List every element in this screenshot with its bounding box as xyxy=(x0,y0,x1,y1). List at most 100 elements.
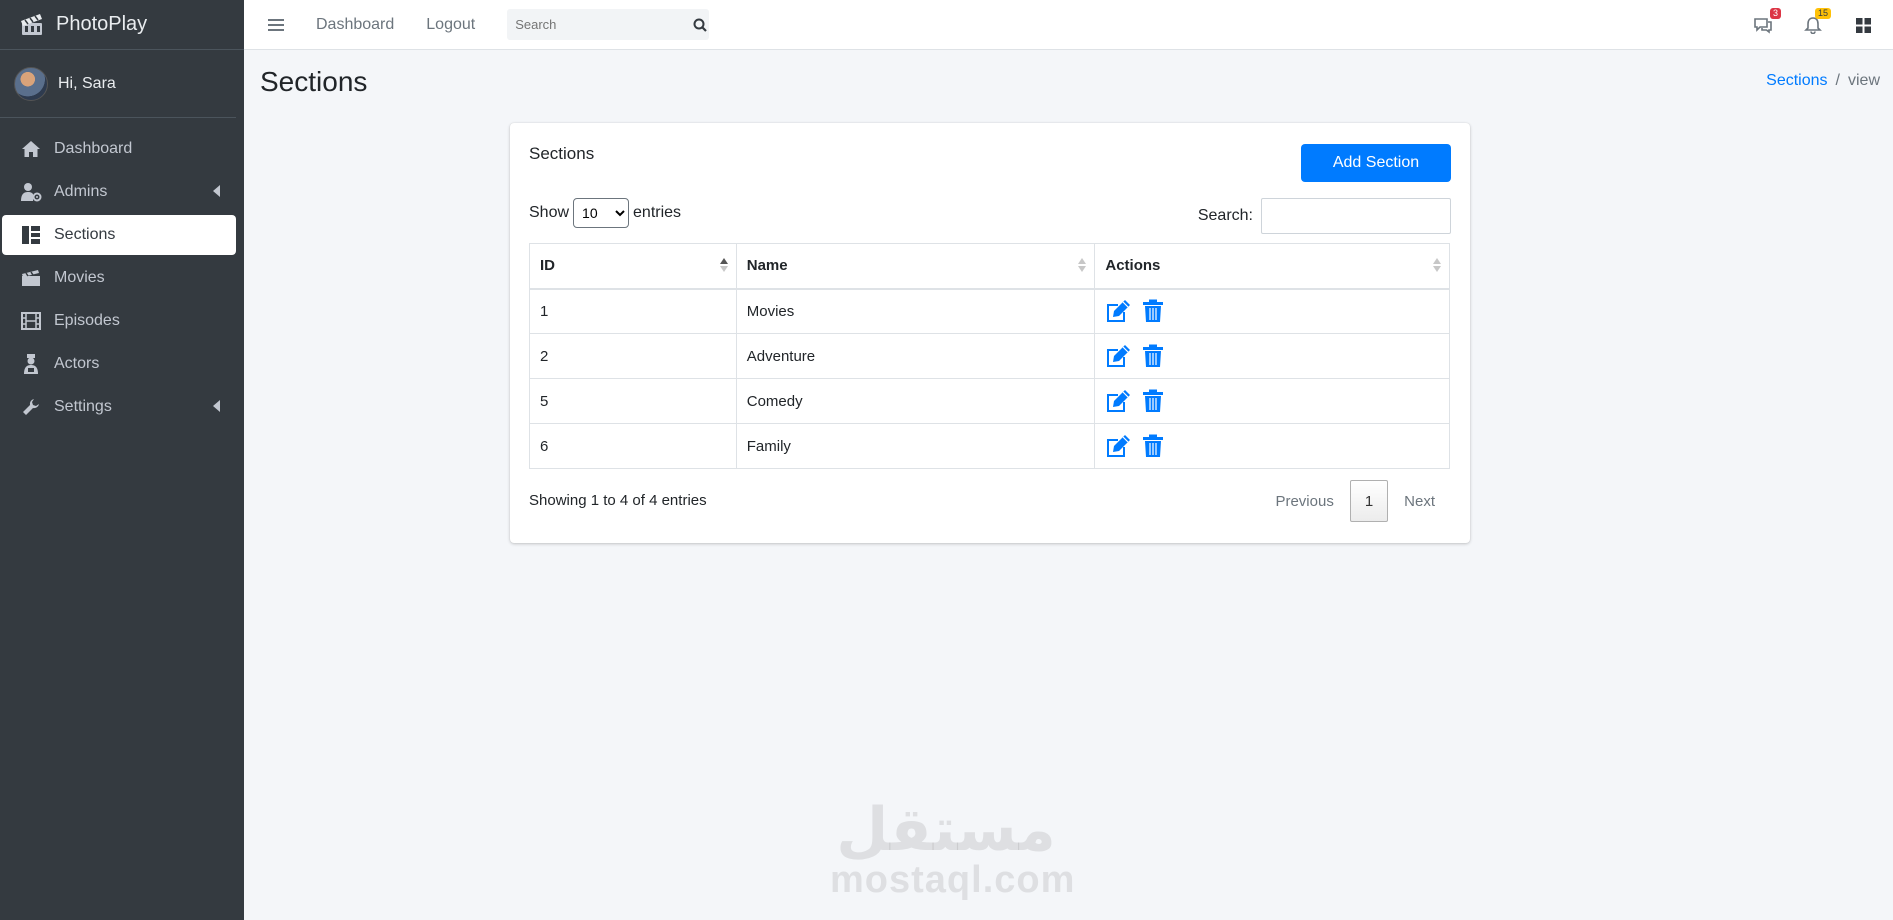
sidebar-item-sections[interactable]: Sections xyxy=(2,215,236,255)
column-header-label: ID xyxy=(540,257,555,275)
breadcrumb-link-sections[interactable]: Sections xyxy=(1766,72,1827,89)
brand[interactable]: PhotoPlay xyxy=(0,0,244,50)
top-link-logout[interactable]: Logout xyxy=(426,16,475,34)
sidebar-item-label: Dashboard xyxy=(54,140,133,157)
cell-id: 6 xyxy=(529,423,737,469)
table-info: Showing 1 to 4 of 4 entries xyxy=(529,492,707,509)
cell-name: Movies xyxy=(735,288,1096,334)
sidebar-item-admins[interactable]: Admins xyxy=(2,172,236,212)
column-header-label: Actions xyxy=(1105,257,1161,275)
trash-icon[interactable] xyxy=(1142,389,1164,413)
sort-icon xyxy=(1433,258,1441,272)
user-greeting: Hi, Sara xyxy=(58,74,116,92)
notifications-badge: 15 xyxy=(1814,8,1831,19)
actor-icon xyxy=(20,353,42,375)
top-navbar: Dashboard Logout 3 15 xyxy=(244,0,1893,50)
clapperboard-icon xyxy=(20,267,42,289)
table-search: Search: xyxy=(1198,198,1451,234)
table-search-label: Search: xyxy=(1197,207,1253,224)
sidebar-item-actors[interactable]: Actors xyxy=(2,344,236,384)
sidebar-item-dashboard[interactable]: Dashboard xyxy=(2,129,236,169)
sidebar-item-label: Movies xyxy=(54,269,105,286)
messages-badge: 3 xyxy=(1769,8,1781,19)
edit-icon[interactable] xyxy=(1105,299,1131,323)
search-icon[interactable] xyxy=(691,9,709,40)
watermark: مستقل mostaql.com xyxy=(830,795,1076,901)
add-section-button[interactable]: Add Section xyxy=(1301,144,1451,182)
sidebar-item-label: Settings xyxy=(54,398,112,415)
page-length-control: Show 10 entries xyxy=(529,198,681,228)
table-row: 1 Movies xyxy=(529,288,1450,334)
sidebar-item-label: Actors xyxy=(54,355,100,372)
table-search-input[interactable] xyxy=(1261,198,1451,234)
pagination-next[interactable]: Next xyxy=(1388,480,1451,522)
film-logo-icon xyxy=(21,13,42,35)
top-search-input[interactable] xyxy=(507,9,692,40)
breadcrumb-separator: / xyxy=(1835,72,1840,89)
edit-icon[interactable] xyxy=(1105,344,1131,368)
cell-actions xyxy=(1094,378,1450,424)
cell-id: 2 xyxy=(529,333,737,379)
show-label: Show xyxy=(529,204,570,221)
hamburger-menu-icon[interactable] xyxy=(268,18,284,31)
topbar-right-icons: 3 15 xyxy=(1753,0,1873,50)
chevron-left-icon xyxy=(213,185,220,197)
breadcrumb-current: view xyxy=(1847,72,1880,89)
breadcrumb: Sections / view xyxy=(1766,72,1880,90)
table-header-row: ID Name Actions xyxy=(529,243,1450,290)
brand-name: PhotoPlay xyxy=(56,13,148,35)
user-panel[interactable]: Hi, Sara xyxy=(0,50,236,118)
column-header-id[interactable]: ID xyxy=(529,243,737,290)
trash-icon[interactable] xyxy=(1142,344,1164,368)
sort-asc-icon xyxy=(719,258,728,272)
bell-icon[interactable]: 15 xyxy=(1803,8,1831,35)
cell-name: Comedy xyxy=(735,378,1096,424)
pagination-previous[interactable]: Previous xyxy=(1259,480,1349,522)
watermark-arabic: مستقل xyxy=(836,795,1056,865)
top-search xyxy=(507,9,710,40)
user-gear-icon xyxy=(20,181,42,203)
sidebar-nav: Dashboard Admins Sections Movies Episode… xyxy=(0,118,244,438)
cell-name: Family xyxy=(735,423,1096,469)
cell-actions xyxy=(1094,423,1450,469)
page-length-select[interactable]: 10 xyxy=(573,198,630,228)
sidebar: PhotoPlay Hi, Sara Dashboard Admins Sect… xyxy=(0,0,244,920)
sections-table: ID Name Actions 1 Movies 2 Adventure 5 C… xyxy=(529,243,1450,469)
sidebar-item-movies[interactable]: Movies xyxy=(2,258,236,298)
table-row: 6 Family xyxy=(529,423,1450,469)
column-header-actions[interactable]: Actions xyxy=(1094,243,1450,290)
messages-icon[interactable]: 3 xyxy=(1753,8,1781,35)
chevron-left-icon xyxy=(213,400,220,412)
edit-icon[interactable] xyxy=(1105,389,1131,413)
sidebar-item-settings[interactable]: Settings xyxy=(2,387,236,427)
sidebar-item-label: Sections xyxy=(54,226,116,243)
watermark-latin: mostaql.com xyxy=(830,859,1076,901)
cell-id: 5 xyxy=(529,378,737,424)
edit-icon[interactable] xyxy=(1105,434,1131,458)
table-row: 2 Adventure xyxy=(529,333,1450,379)
content-header: Sections Sections / view xyxy=(260,66,1880,106)
grid-apps-icon[interactable] xyxy=(1853,15,1873,35)
sections-card: Sections Add Section Show 10 entries Sea… xyxy=(510,123,1470,543)
top-link-dashboard[interactable]: Dashboard xyxy=(316,16,394,34)
entries-label: entries xyxy=(633,204,682,221)
table-row: 5 Comedy xyxy=(529,378,1450,424)
cell-name: Adventure xyxy=(735,333,1096,379)
sort-icon xyxy=(1078,258,1087,272)
trash-icon[interactable] xyxy=(1142,299,1164,323)
film-strip-icon xyxy=(20,310,42,332)
cell-actions xyxy=(1094,288,1450,334)
column-header-label: Name xyxy=(746,257,788,275)
sidebar-item-episodes[interactable]: Episodes xyxy=(2,301,236,341)
sidebar-item-label: Episodes xyxy=(54,312,120,329)
pagination: Previous 1 Next xyxy=(1259,480,1451,522)
pagination-page-1[interactable]: 1 xyxy=(1349,480,1389,522)
page-title: Sections xyxy=(260,66,368,97)
cell-id: 1 xyxy=(529,288,737,334)
home-icon xyxy=(20,138,42,160)
sections-icon xyxy=(20,224,42,246)
wrench-icon xyxy=(20,396,42,418)
trash-icon[interactable] xyxy=(1142,434,1164,458)
sidebar-item-label: Admins xyxy=(54,183,108,200)
column-header-name[interactable]: Name xyxy=(735,243,1096,290)
